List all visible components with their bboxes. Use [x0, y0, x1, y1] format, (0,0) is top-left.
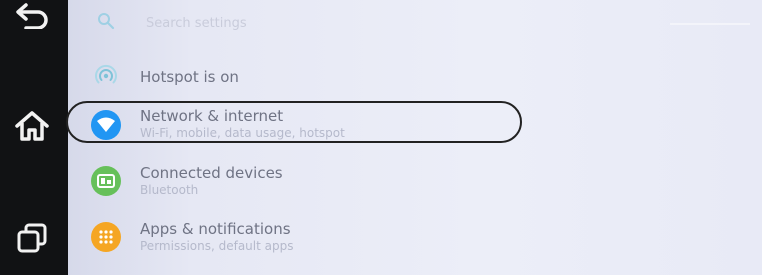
navigation-bar [0, 0, 68, 275]
back-icon [12, 0, 52, 29]
wifi-icon [91, 110, 121, 140]
settings-item-hotspot[interactable]: Hotspot is on [68, 60, 762, 94]
settings-item-apps-notifications[interactable]: Apps & notifications Permissions, defaul… [68, 216, 762, 258]
settings-panel: Hotspot is on Network & internet Wi-Fi, … [66, 0, 762, 275]
settings-item-title: Apps & notifications [140, 220, 291, 238]
settings-item-title: Connected devices [140, 164, 283, 182]
search-icon [97, 12, 115, 34]
settings-item-connected-devices[interactable]: Connected devices Bluetooth [68, 160, 762, 202]
back-button[interactable] [6, 0, 58, 36]
settings-item-subtitle: Permissions, default apps [140, 239, 294, 253]
search-input[interactable] [144, 14, 548, 32]
hotspot-icon [94, 63, 118, 91]
recents-icon [16, 222, 48, 254]
apps-grid-icon [91, 222, 121, 252]
home-button[interactable] [6, 104, 58, 148]
search-bar[interactable] [88, 6, 762, 40]
toolbar-divider [670, 23, 750, 25]
settings-item-network-internet[interactable]: Network & internet Wi-Fi, mobile, data u… [66, 101, 762, 146]
settings-item-title: Network & internet [140, 107, 284, 125]
connected-devices-icon [91, 166, 121, 196]
home-icon [14, 110, 50, 142]
settings-item-subtitle: Wi-Fi, mobile, data usage, hotspot [140, 126, 345, 140]
recents-button[interactable] [6, 216, 58, 260]
settings-item-subtitle: Bluetooth [140, 183, 199, 197]
settings-item-title: Hotspot is on [140, 68, 239, 86]
